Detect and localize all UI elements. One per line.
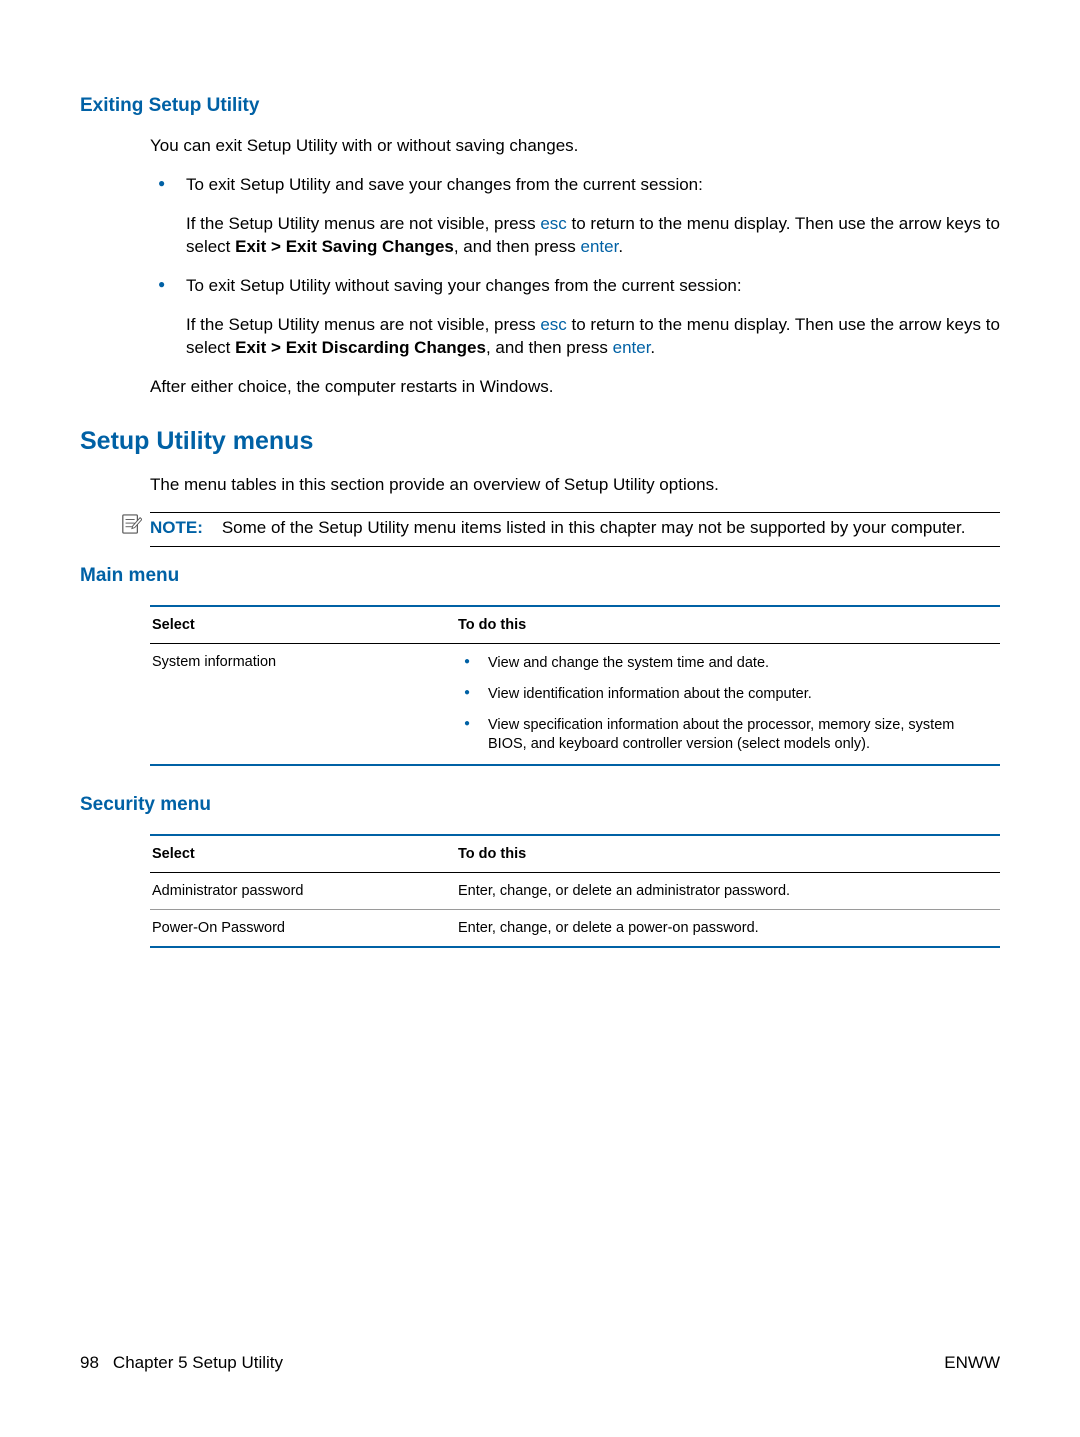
heading-exiting-setup: Exiting Setup Utility (80, 95, 1000, 117)
exiting-bullets: To exit Setup Utility and save your chan… (150, 174, 1000, 360)
cell-do: Enter, change, or delete a power-on pass… (456, 909, 1000, 947)
text-run: If the Setup Utility menus are not visib… (186, 214, 540, 233)
table-row: System information View and change the s… (150, 644, 1000, 765)
main-menu-table: Select To do this System information Vie… (150, 605, 1000, 765)
bullet-lead: To exit Setup Utility without saving you… (186, 276, 742, 295)
note-block: NOTE: Some of the Setup Utility menu ite… (150, 512, 1000, 547)
table-row: Power-On Password Enter, change, or dele… (150, 909, 1000, 947)
note-label: NOTE: (150, 518, 203, 537)
key-enter: enter (581, 237, 619, 256)
heading-setup-menus: Setup Utility menus (80, 427, 1000, 456)
footer-right: ENWW (944, 1353, 1000, 1373)
text-run: . (650, 338, 655, 357)
cell-do: View and change the system time and date… (456, 644, 1000, 765)
menus-intro: The menu tables in this section provide … (150, 474, 1000, 497)
page-footer: 98 Chapter 5 Setup Utility ENWW (80, 1353, 1000, 1373)
key-esc: esc (540, 315, 566, 334)
th-todo: To do this (456, 606, 1000, 644)
heading-security-menu: Security menu (80, 794, 1000, 816)
security-menu-table: Select To do this Administrator password… (150, 834, 1000, 948)
key-enter: enter (613, 338, 651, 357)
cell-do: Enter, change, or delete an administrato… (456, 872, 1000, 909)
menu-path: Exit > Exit Discarding Changes (235, 338, 486, 357)
th-todo: To do this (456, 835, 1000, 873)
table-row: Administrator password Enter, change, or… (150, 872, 1000, 909)
th-select: Select (150, 835, 456, 873)
chapter-label: Chapter 5 Setup Utility (113, 1353, 283, 1373)
cell-select: Power-On Password (150, 909, 456, 947)
exiting-after: After either choice, the computer restar… (150, 376, 1000, 399)
bullet-lead: To exit Setup Utility and save your chan… (186, 175, 703, 194)
list-item: To exit Setup Utility without saving you… (150, 275, 1000, 360)
text-run: . (618, 237, 623, 256)
list-item: To exit Setup Utility and save your chan… (150, 174, 1000, 259)
menu-path: Exit > Exit Saving Changes (235, 237, 454, 256)
cell-select: Administrator password (150, 872, 456, 909)
cell-select: System information (150, 644, 456, 765)
bullet-detail: If the Setup Utility menus are not visib… (186, 314, 1000, 360)
text-run: If the Setup Utility menus are not visib… (186, 315, 540, 334)
text-run: , and then press (454, 237, 581, 256)
list-item: View identification information about th… (458, 685, 992, 704)
note-text: Some of the Setup Utility menu items lis… (222, 518, 966, 537)
list-item: View specification information about the… (458, 716, 992, 754)
heading-main-menu: Main menu (80, 565, 1000, 587)
note-icon (120, 514, 142, 534)
list-item: View and change the system time and date… (458, 654, 992, 673)
page-number: 98 (80, 1353, 99, 1373)
bullet-detail: If the Setup Utility menus are not visib… (186, 213, 1000, 259)
exiting-intro: You can exit Setup Utility with or witho… (150, 135, 1000, 158)
key-esc: esc (540, 214, 566, 233)
th-select: Select (150, 606, 456, 644)
text-run: , and then press (486, 338, 613, 357)
